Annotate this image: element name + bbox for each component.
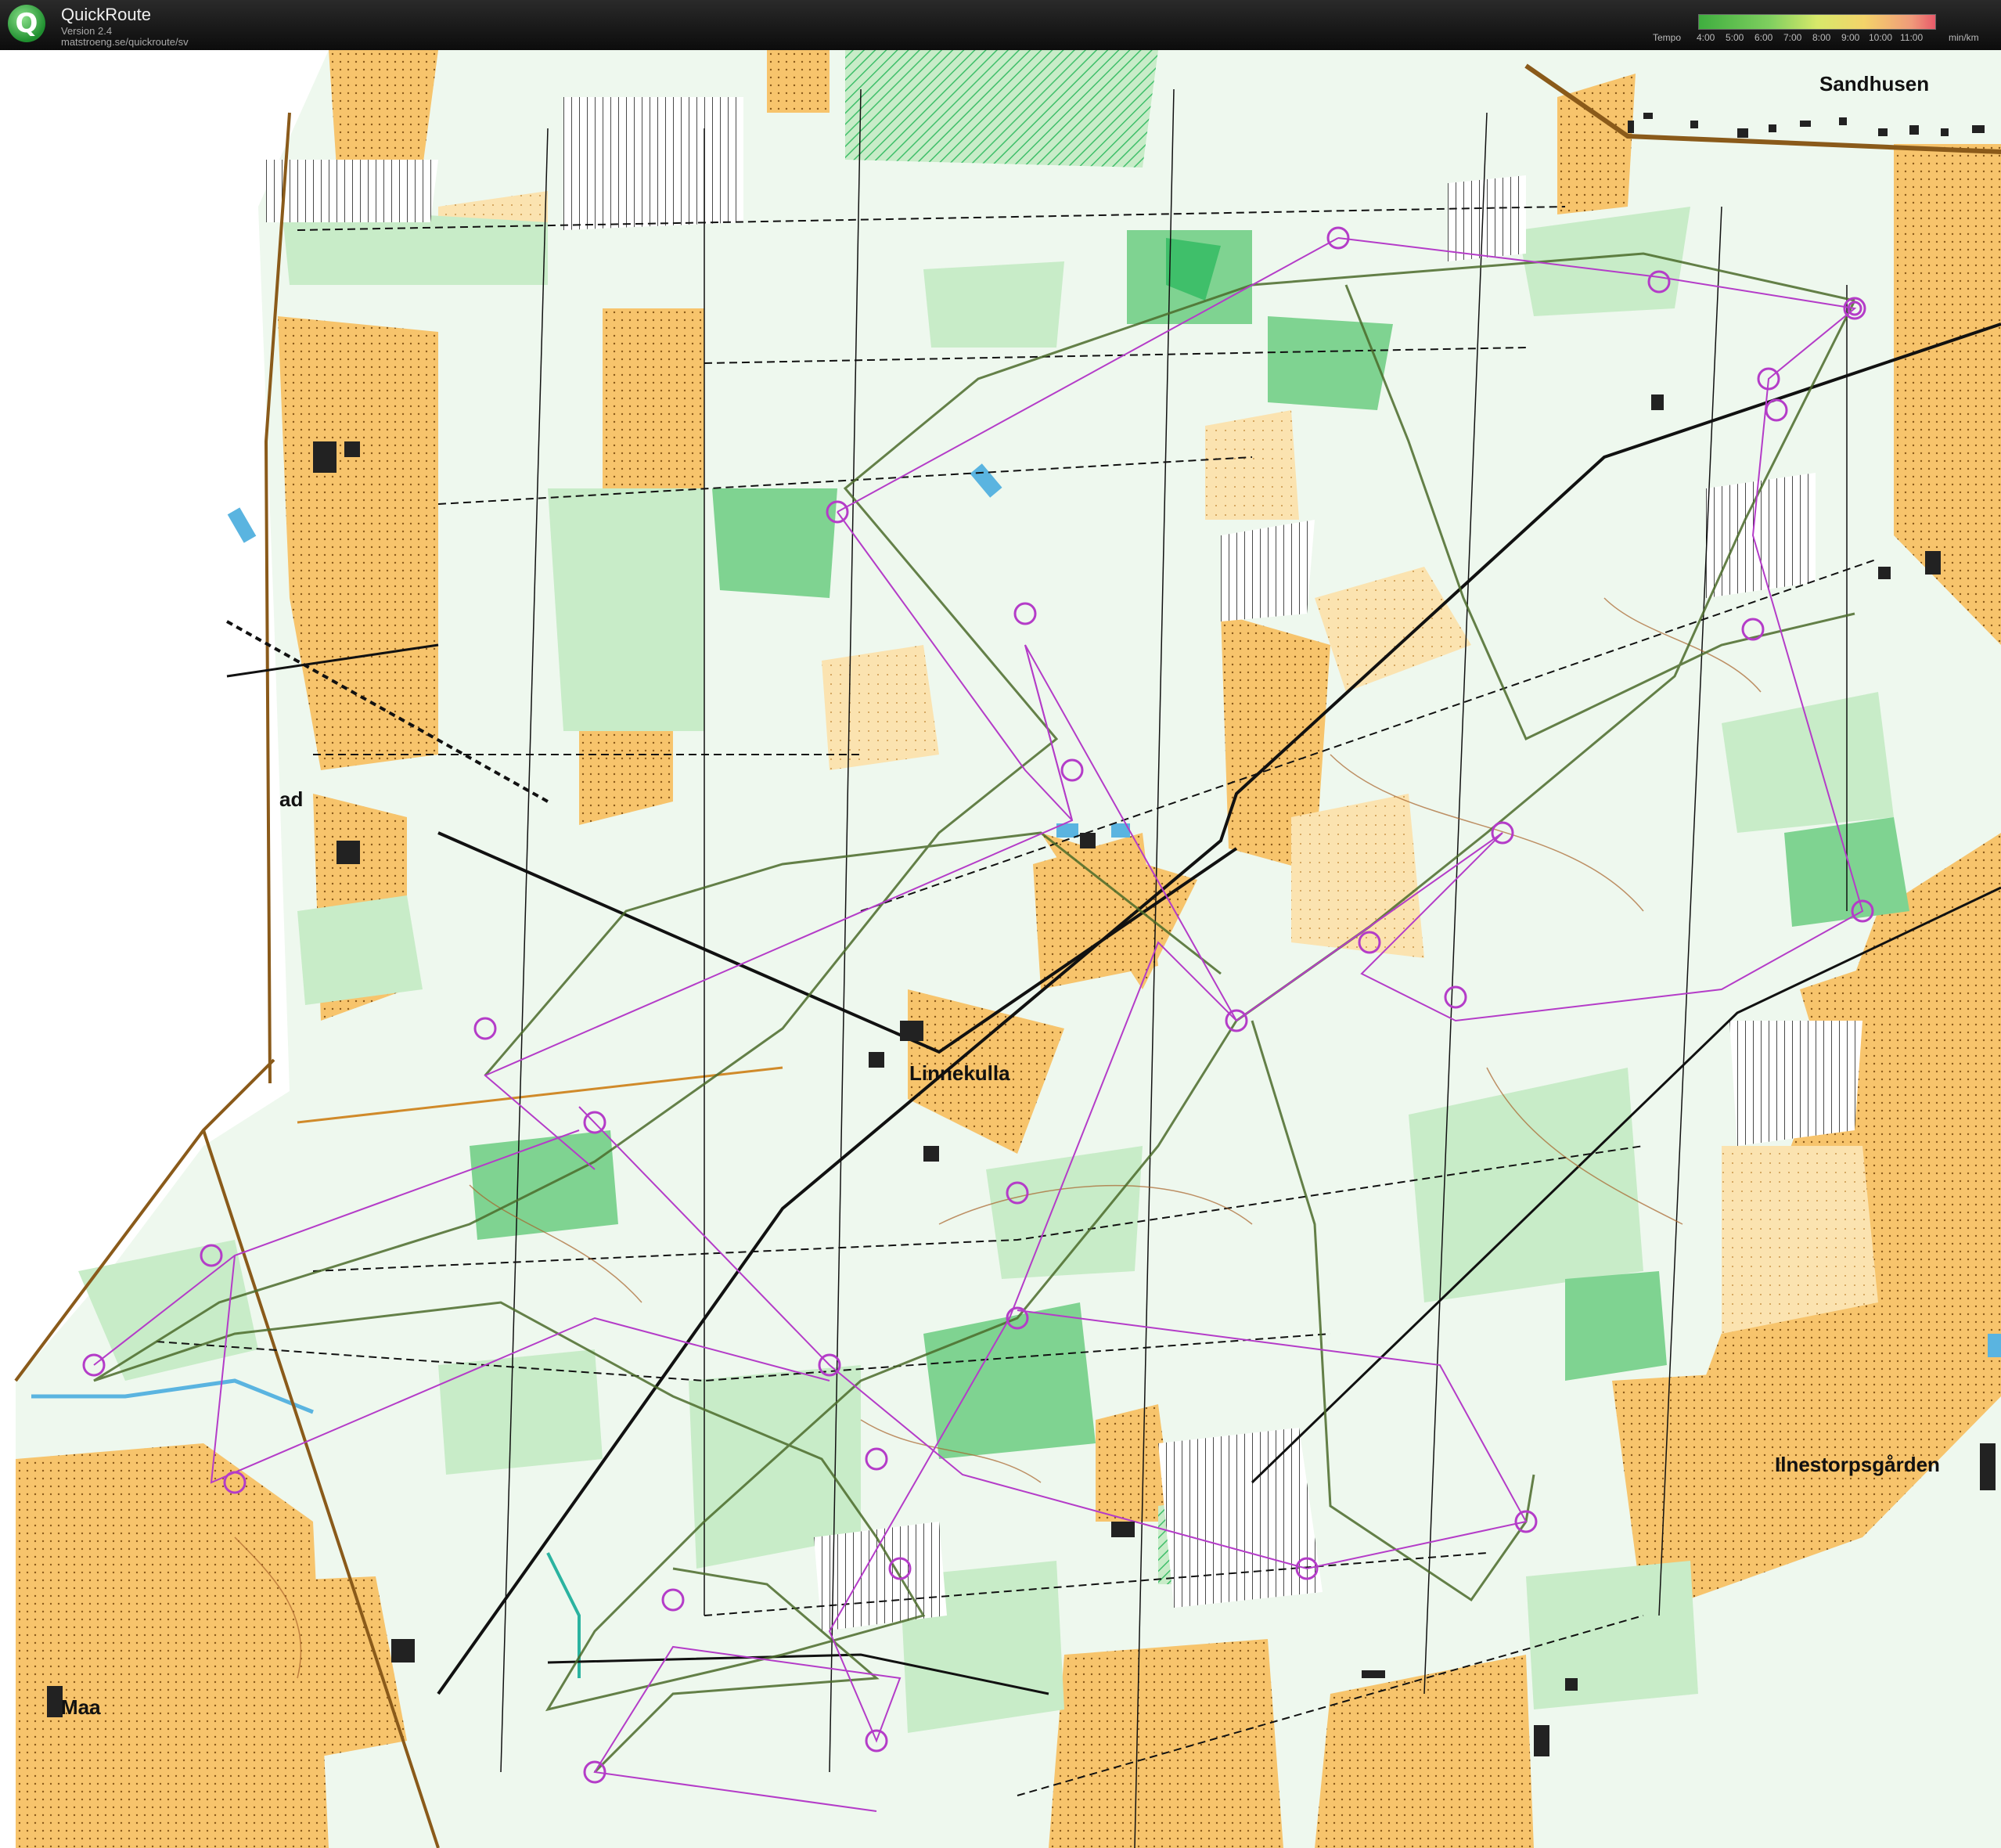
tempo-tick: 11:00 xyxy=(1900,32,1924,43)
place-maa: Maa xyxy=(61,1695,101,1719)
tempo-tick: 6:00 xyxy=(1754,32,1773,43)
tempo-tick: 8:00 xyxy=(1812,32,1831,43)
place-ilnestorpsgarden: Ilnestorpsgården xyxy=(1775,1453,1940,1476)
app-url: matstroeng.se/quickroute/sv xyxy=(61,36,189,48)
tempo-tick: 10:00 xyxy=(1869,32,1893,43)
tempo-color-scale xyxy=(1698,14,1936,30)
place-linnekulla: Linnekulla xyxy=(909,1061,1010,1085)
tempo-tick: 5:00 xyxy=(1726,32,1744,43)
place-sandhusen: Sandhusen xyxy=(1819,72,1930,95)
app-name: QuickRoute xyxy=(61,5,151,24)
tempo-unit: min/km xyxy=(1949,32,1979,43)
place-partial-ad: ad xyxy=(279,787,304,811)
map-graphics xyxy=(0,50,2001,1848)
tempo-tick: 9:00 xyxy=(1841,32,1860,43)
title-bar: Q QuickRoute Version 2.4 matstroeng.se/q… xyxy=(0,0,2001,50)
tempo-tick: 4:00 xyxy=(1697,32,1715,43)
orienteering-map[interactable]: Sandhusen Linnekulla Ilnestorpsgården Ma… xyxy=(0,50,2001,1848)
quickroute-logo-icon: Q xyxy=(8,5,45,42)
app-version: Version 2.4 xyxy=(61,25,113,37)
tempo-tick: 7:00 xyxy=(1783,32,1802,43)
tempo-label: Tempo xyxy=(1653,32,1682,43)
